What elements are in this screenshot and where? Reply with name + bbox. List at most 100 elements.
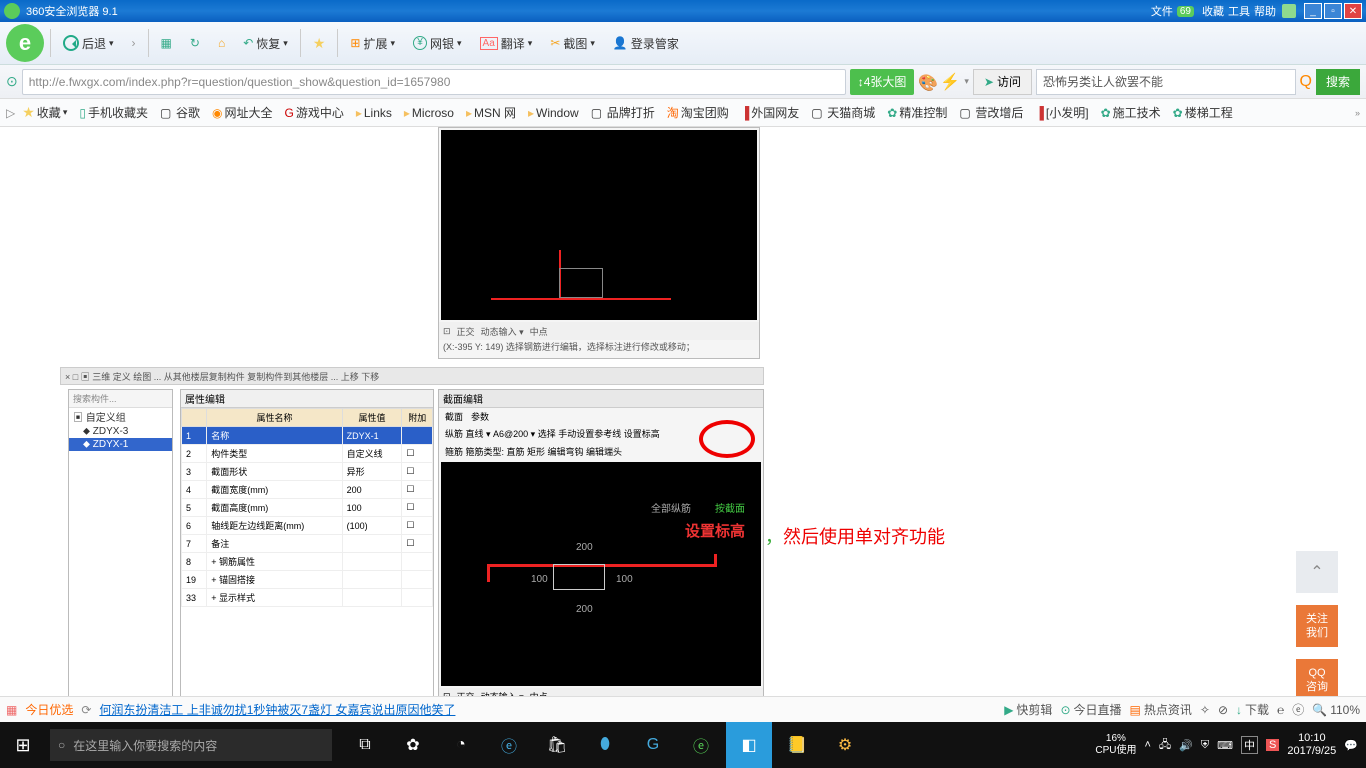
ext-button[interactable]: ⊞扩展▾ [344,28,401,58]
menu-tools[interactable]: 工具 [1228,3,1250,19]
component-tree[interactable]: 搜索构件... ▣ 自定义组 ⬥ ZDYX-3 ⬥ ZDYX-1 [68,389,173,696]
bm-google[interactable]: ▢谷歌 [155,104,205,121]
scroll-top-button[interactable]: ⌃ [1296,551,1338,593]
app7-icon[interactable]: ⚙ [822,722,868,768]
browser-task-icon[interactable]: ⓔ [678,722,724,768]
forward-button[interactable]: › [126,28,142,58]
browser-logo-big-icon[interactable] [6,24,44,62]
tree-search[interactable]: 搜索构件... [69,390,172,408]
tray-s-icon[interactable]: S [1266,739,1279,751]
enlarge-images-button[interactable]: ↕ 4张大图 [850,69,915,95]
snap-button[interactable]: ✂截图▾ [544,28,601,58]
skin-icon[interactable] [1282,4,1296,18]
colorwheel-icon[interactable]: 🎨 [918,73,936,91]
news-link[interactable]: 何润东扮清洁工 上非诚勿扰1秒钟被灭7盏灯 女嘉宾说出原因他笑了 [99,701,455,718]
bm-ms[interactable]: ▸Microso [399,106,459,120]
search-button[interactable]: 搜索 [1316,69,1360,95]
block-icon[interactable]: ⊘ [1218,703,1228,717]
search-provider-icon[interactable]: Q [1300,73,1312,91]
bm-tax[interactable]: ▢营改增后 [954,104,1028,121]
notif-icon[interactable]: 💬 [1344,739,1358,752]
tab-param[interactable]: 参数 [471,410,489,423]
menu-file[interactable]: 文件 [1151,3,1173,19]
clock[interactable]: 10:102017/9/25 [1287,732,1336,758]
hot-news[interactable]: ▤热点资讯 [1130,701,1192,718]
bm-links[interactable]: ▸Links [351,106,397,120]
store-icon[interactable]: 🛍 [534,722,580,768]
live-today[interactable]: ⊙今日直播 [1060,701,1121,718]
start-button[interactable]: ⊞ [0,722,46,768]
qq-consult-button[interactable]: QQ 咨询 [1296,659,1338,696]
quick-clip[interactable]: ▶快剪辑 [1004,701,1052,718]
edge-icon[interactable]: ⓔ [486,722,532,768]
bm-const[interactable]: ✿施工技术 [1096,104,1166,121]
tray-vol-icon[interactable]: 🔊 [1179,739,1193,752]
star-button[interactable]: ★ [307,28,332,58]
trans-button[interactable]: Aa翻译▾ [474,28,539,58]
menu-help[interactable]: 帮助 [1254,3,1276,19]
taskview-icon[interactable]: ⧉ [342,722,388,768]
follow-us-button[interactable]: 关注 我们 [1296,605,1338,647]
cad-panel-top: ⊡正交 动态输入 ▾ 中点 (X:-395 Y: 149) 选择钢筋进行编辑，选… [438,127,760,359]
bm-mobile[interactable]: ▯手机收藏夹 [74,104,153,121]
tray-up-icon[interactable]: ˄ [1144,739,1150,751]
bm-brand[interactable]: ▢品牌打折 [586,104,660,121]
refresh-button[interactable]: ↻ [184,28,206,58]
browser-toolbar: 后退▾ › ▦ ↻ ⌂ ↶恢复▾ ★ ⊞扩展▾ ¥网银▾ Aa翻译▾ ✂截图▾ … [0,22,1366,65]
back-button[interactable]: 后退▾ [57,28,120,58]
bm-precise[interactable]: ✿精准控制 [882,104,952,121]
midpoint-top[interactable]: 中点 [530,325,548,338]
pp-icon[interactable]: ℮ [1277,703,1284,717]
tab-section[interactable]: 截面 [445,410,463,423]
bm-game[interactable]: G游戏中心 [279,104,348,121]
section-viewport[interactable]: 全部纵筋 按截面 设置标高 200 100 100 200 [441,462,761,686]
app5-icon[interactable]: ◧ [726,722,772,768]
tray-kb-icon[interactable]: ⌨ [1217,739,1233,752]
bm-fav[interactable]: ★收藏▾ [17,104,72,121]
bm-stair[interactable]: ✿楼梯工程 [1168,104,1238,121]
cortana-search[interactable]: ○在这里输入你要搜索的内容 [50,729,332,761]
home-button[interactable]: ⌂ [212,28,231,58]
bm-msn[interactable]: ▸MSN 网 [461,104,521,121]
url-input[interactable]: http://e.fwxgx.com/index.php?r=question/… [22,69,846,95]
fav-badge[interactable]: 69 [1177,6,1194,17]
bm-tmall[interactable]: ▢天猫商城 [806,104,880,121]
tray-ime[interactable]: 中 [1241,736,1258,754]
tray-shield-icon[interactable]: ⛨ [1201,739,1209,752]
property-editor[interactable]: 属性编辑 属性名称属性值附加 1名称ZDYX-1 2构件类型自定义线☐ 3截面形… [180,389,434,696]
search-input[interactable]: 恐怖另类让人欲罢不能 [1036,69,1296,95]
bank-button[interactable]: ¥网银▾ [407,28,468,58]
noisy-icon[interactable]: ✧ [1200,703,1210,717]
app3-icon[interactable]: ⬮ [582,722,628,768]
zoom-display[interactable]: 🔍 110% [1312,703,1360,717]
flash-icon[interactable]: ⚡ [940,72,960,92]
bm-taobao[interactable]: 淘淘宝团购 [662,104,734,121]
bm-urls[interactable]: ◉网址大全 [207,104,278,121]
new-tab-button[interactable]: ▦ [155,28,178,58]
news-title[interactable]: 今日优选 [25,701,73,718]
bm-start-icon[interactable]: ▷ [6,106,15,120]
minimize-button[interactable]: _ [1304,3,1322,19]
app6-icon[interactable]: 📒 [774,722,820,768]
app4-icon[interactable]: G [630,722,676,768]
login-mgr-button[interactable]: 👤登录管家 [607,28,685,58]
menu-fav[interactable]: 收藏 [1202,3,1224,19]
app2-icon[interactable]: ◔ [438,722,484,768]
bm-invent[interactable]: ▐[小发明] [1030,104,1093,121]
tray-net-icon[interactable]: 🖧 [1159,736,1171,755]
cpu-meter[interactable]: 16%CPU使用 [1095,733,1136,757]
dyn-input-top[interactable]: 动态输入 ▾ [481,325,524,338]
bank-icon: ¥ [413,36,427,50]
close-button[interactable]: ✕ [1344,3,1362,19]
ortho-btn-top[interactable]: 正交 [457,325,475,338]
ie-mode-icon[interactable]: ⓔ [1292,701,1304,718]
visit-button[interactable]: ➤访问 [973,69,1032,95]
bm-overflow[interactable]: » [1355,108,1360,118]
app1-icon[interactable]: ✿ [390,722,436,768]
bm-foreign[interactable]: ▐外国网友 [736,104,805,121]
restore-button[interactable]: ▫ [1324,3,1342,19]
download-mgr[interactable]: ↓下载 [1236,701,1269,718]
cad-viewport-top[interactable] [441,130,757,320]
restore-tab-button[interactable]: ↶恢复▾ [237,28,294,58]
bm-window[interactable]: ▸Window [523,106,584,120]
